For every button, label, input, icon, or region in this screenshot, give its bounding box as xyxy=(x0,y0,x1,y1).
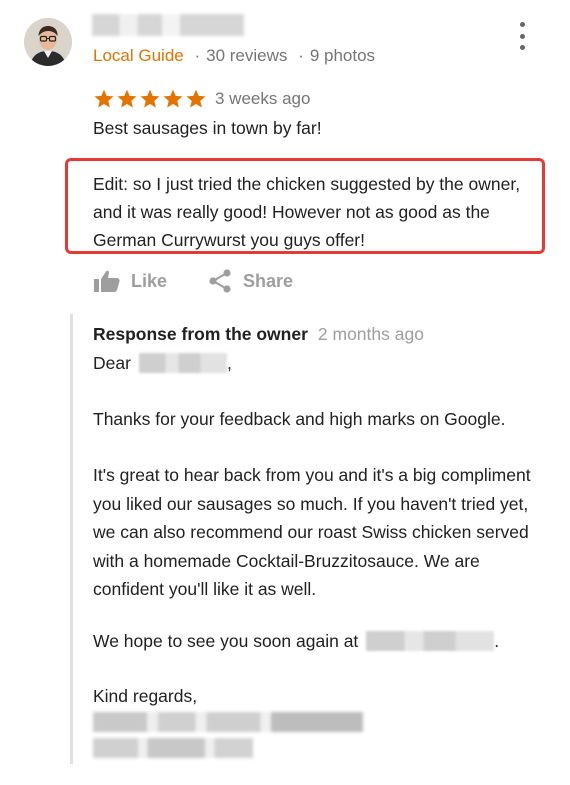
signature-redacted-line-2 xyxy=(93,738,253,758)
share-button[interactable]: Share xyxy=(207,268,293,294)
greeting-text: Dear xyxy=(93,353,131,373)
review-actions: Like Share xyxy=(93,268,333,294)
owner-paragraph-2: It's great to hear back from you and it'… xyxy=(93,465,531,599)
reviewer-name-redacted[interactable] xyxy=(92,14,244,36)
star-icon xyxy=(117,89,137,108)
greeting-suffix: , xyxy=(226,353,232,373)
star-icon xyxy=(94,89,114,108)
rating-row: 3 weeks ago xyxy=(93,87,310,111)
star-rating xyxy=(93,88,207,110)
response-divider xyxy=(70,314,73,764)
share-icon xyxy=(209,269,231,293)
owner-response-title: Response from the owner xyxy=(93,324,308,344)
star-icon xyxy=(163,89,183,108)
like-label: Like xyxy=(131,270,168,291)
review-edit-text: Edit: so I just tried the chicken sugges… xyxy=(93,174,521,250)
avatar-image xyxy=(24,18,72,66)
owner-response-time: 2 months ago xyxy=(317,324,424,344)
reviewer-avatar[interactable] xyxy=(24,18,72,66)
paragraph-3-prefix: We hope to see you soon again at xyxy=(93,631,359,651)
owner-paragraph-1: Thanks for your feedback and high marks … xyxy=(93,409,506,429)
like-button[interactable]: Like xyxy=(93,269,167,293)
meta-separator: · xyxy=(194,46,201,65)
business-name-redacted xyxy=(366,631,495,652)
star-icon xyxy=(140,89,160,108)
review-count: 30 reviews xyxy=(206,46,288,65)
local-guide-badge[interactable]: Local Guide xyxy=(93,46,184,65)
owner-greeting: Dear , xyxy=(93,350,232,376)
more-vert-icon[interactable] xyxy=(512,22,532,50)
owner-closing: Kind regards, xyxy=(93,686,198,706)
photo-count: 9 photos xyxy=(309,46,376,65)
review-text: Best sausages in town by far! xyxy=(93,118,322,138)
thumb-up-icon xyxy=(94,270,120,292)
paragraph-3-suffix: . xyxy=(494,631,500,651)
reviewer-meta: Local Guide · 30 reviews · 9 photos xyxy=(93,45,375,67)
share-label: Share xyxy=(243,270,294,291)
signature-redacted-line-1 xyxy=(93,712,363,732)
customer-name-redacted xyxy=(138,353,227,373)
review-time: 3 weeks ago xyxy=(215,89,311,108)
owner-response-header: Response from the owner 2 months ago xyxy=(93,322,424,346)
meta-separator: · xyxy=(298,46,304,65)
star-icon xyxy=(186,89,206,108)
owner-paragraph-3: We hope to see you soon again at . xyxy=(93,627,553,656)
